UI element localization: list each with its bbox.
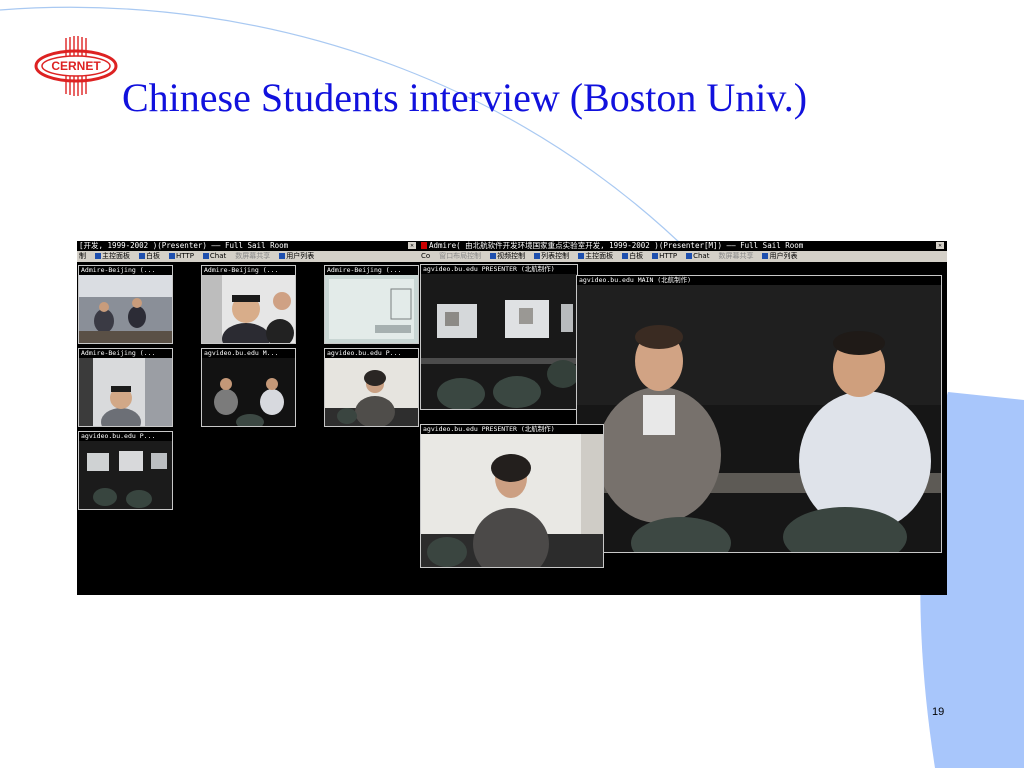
list-icon bbox=[279, 253, 286, 259]
menu-item-chat[interactable]: Chat bbox=[202, 251, 226, 262]
menu-item-screen-share: 数屏幕共享 bbox=[235, 252, 271, 260]
menu-item-control[interactable]: 制 bbox=[79, 251, 86, 262]
menu-item-co[interactable]: Co bbox=[421, 251, 430, 262]
video-caption: Admire-Beijing (... bbox=[202, 266, 295, 275]
page-number: 19 bbox=[932, 706, 945, 718]
close-icon[interactable]: ✕ bbox=[936, 242, 944, 249]
menu-item-chat[interactable]: Chat bbox=[686, 251, 709, 262]
video-caption: agvideo.bu.edu MAIN (北航制作) bbox=[577, 276, 941, 285]
panel-icon bbox=[95, 253, 101, 259]
video-caption: agvideo.bu.edu P... bbox=[325, 349, 418, 358]
video-tile[interactable]: agvideo.bu.edu M... bbox=[201, 348, 296, 427]
whiteboard-icon bbox=[622, 253, 629, 259]
slide-title: Chinese Students interview (Boston Univ.… bbox=[122, 75, 808, 120]
cernet-logo: CERNET bbox=[34, 36, 118, 96]
right-conference-window: Admire( 由北航软件开发环境国家重点实验室开发, 1999-2002 )(… bbox=[419, 241, 947, 595]
video-tile[interactable]: agvideo.bu.edu P... bbox=[324, 348, 419, 427]
globe-icon bbox=[169, 253, 175, 259]
logo-text: CERNET bbox=[51, 59, 101, 73]
video-caption: Admire-Beijing (... bbox=[79, 266, 172, 275]
left-window-titlebar: [开发, 1999-2002 )(Presenter) —— Full Sail… bbox=[77, 241, 419, 251]
video-frame bbox=[325, 358, 418, 426]
close-icon[interactable]: ✕ bbox=[408, 242, 416, 249]
menu-item-main-panel[interactable]: 主控面板 bbox=[578, 251, 613, 262]
left-window-title: [开发, 1999-2002 )(Presenter) —— Full Sail… bbox=[79, 241, 289, 250]
video-frame bbox=[421, 434, 603, 567]
conference-screenshot: [开发, 1999-2002 )(Presenter) —— Full Sail… bbox=[77, 241, 947, 595]
chat-icon bbox=[202, 253, 209, 259]
video-frame bbox=[325, 275, 418, 343]
video-caption: Admire-Beijing (... bbox=[79, 349, 172, 358]
menu-item-http[interactable]: HTTP bbox=[652, 251, 677, 262]
video-caption: Admire-Beijing (... bbox=[325, 266, 418, 275]
menu-item-screen-share: 数屏幕共享 bbox=[718, 252, 754, 260]
video-tile[interactable]: Admire-Beijing (... bbox=[78, 265, 173, 344]
whiteboard-icon bbox=[139, 253, 145, 259]
video-tile[interactable]: agvideo.bu.edu PRESENTER (北航制作) bbox=[420, 264, 578, 410]
video-caption: agvideo.bu.edu PRESENTER (北航制作) bbox=[421, 425, 603, 434]
list-icon bbox=[762, 253, 769, 259]
menu-item-user-list[interactable]: 用户列表 bbox=[762, 251, 797, 262]
video-frame bbox=[421, 274, 577, 409]
globe-icon bbox=[652, 253, 659, 259]
video-frame bbox=[202, 358, 295, 426]
video-frame bbox=[577, 285, 941, 552]
panel-icon bbox=[578, 253, 585, 259]
video-tile[interactable]: Admire-Beijing (... bbox=[201, 265, 296, 344]
right-window-menubar: Co 窗口布局控制 视频控制 列表控制 主控面板 白板 HTTP Chat 数屏… bbox=[419, 251, 947, 262]
video-caption: agvideo.bu.edu P... bbox=[79, 432, 172, 441]
menu-item-main-panel[interactable]: 主控面板 bbox=[95, 251, 130, 262]
left-conference-window: [开发, 1999-2002 )(Presenter) —— Full Sail… bbox=[77, 241, 419, 595]
video-frame bbox=[79, 275, 172, 343]
video-tile-main[interactable]: agvideo.bu.edu MAIN (北航制作) bbox=[576, 275, 942, 553]
video-tile[interactable]: agvideo.bu.edu P... bbox=[78, 431, 173, 510]
menu-item-user-list[interactable]: 用户列表 bbox=[279, 251, 314, 262]
video-tile[interactable]: Admire-Beijing (... bbox=[324, 265, 419, 344]
left-window-menubar: 制 主控面板 白板 HTTP Chat 数屏幕共享 用户列表 bbox=[77, 251, 419, 262]
video-frame bbox=[202, 275, 295, 343]
menu-item-list-control[interactable]: 列表控制 bbox=[534, 251, 569, 262]
video-tile[interactable]: Admire-Beijing (... bbox=[78, 348, 173, 427]
menu-item-http[interactable]: HTTP bbox=[169, 251, 194, 262]
video-caption: agvideo.bu.edu M... bbox=[202, 349, 295, 358]
video-tile[interactable]: agvideo.bu.edu PRESENTER (北航制作) bbox=[420, 424, 604, 568]
right-window-title: Admire( 由北航软件开发环境国家重点实验室开发, 1999-2002 )(… bbox=[429, 241, 804, 250]
chat-icon bbox=[686, 253, 693, 259]
app-icon bbox=[421, 242, 427, 249]
right-window-titlebar: Admire( 由北航软件开发环境国家重点实验室开发, 1999-2002 )(… bbox=[419, 241, 947, 251]
menu-item-whiteboard[interactable]: 白板 bbox=[139, 251, 160, 262]
menu-item-video-control[interactable]: 视频控制 bbox=[490, 251, 525, 262]
video-caption: agvideo.bu.edu PRESENTER (北航制作) bbox=[421, 265, 577, 274]
list-icon bbox=[534, 253, 541, 259]
menu-item-layout-control: 窗口布局控制 bbox=[439, 252, 482, 260]
video-frame bbox=[79, 358, 172, 426]
video-icon bbox=[490, 253, 497, 259]
video-frame bbox=[79, 441, 172, 509]
menu-item-whiteboard[interactable]: 白板 bbox=[622, 251, 643, 262]
